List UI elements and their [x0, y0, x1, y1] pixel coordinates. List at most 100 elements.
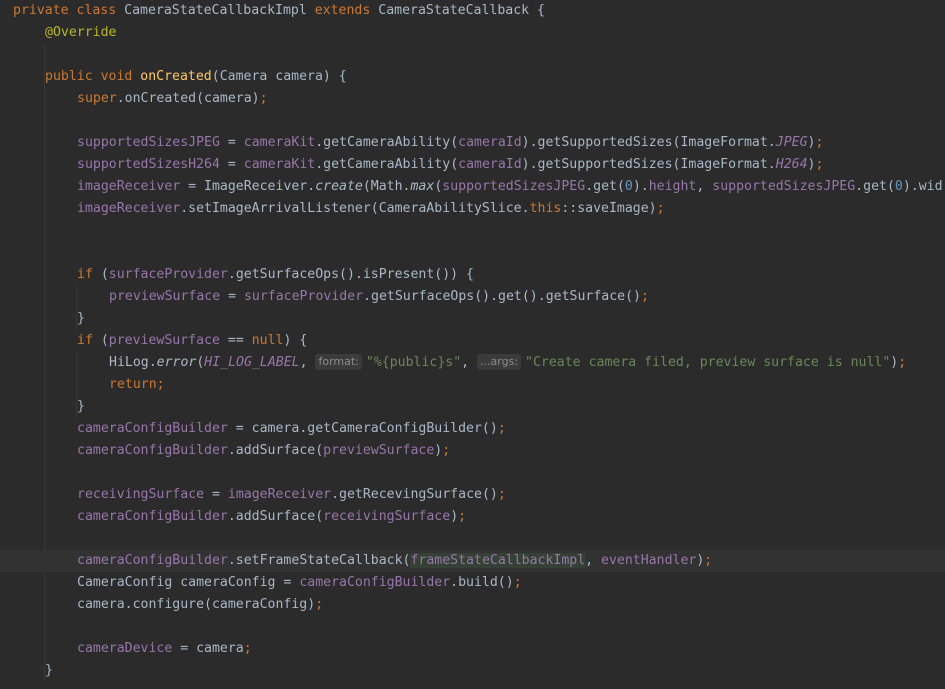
code-line[interactable]: private class CameraStateCallbackImpl ex… [0, 0, 945, 22]
code-text: ( [100, 333, 109, 348]
method-name-token: onCreated [140, 69, 212, 84]
code-line[interactable]: } [0, 396, 945, 418]
code-line[interactable]: @Override [0, 22, 945, 44]
code-text: camera.configure(cameraConfig) [77, 597, 316, 612]
code-text: ::saveImage) [561, 201, 657, 216]
code-line[interactable]: if (previewSurface == null) { [0, 330, 945, 352]
semicolon-token: ; [704, 553, 713, 568]
code-text: == [219, 333, 252, 348]
highlighted-field-token: frameStateCallbackImpl [410, 553, 586, 568]
code-line[interactable]: HiLog.error(HI_LOG_LABEL, format: "%{publ… [0, 352, 945, 374]
code-text: .getSurfaceOps().get().getSurface() [363, 289, 641, 304]
code-text: ) { [283, 333, 308, 348]
keyword-token: this [529, 201, 562, 216]
params-token: (Camera camera) { [211, 69, 347, 84]
keyword-token: private [13, 3, 77, 18]
code-text: .build() [450, 575, 514, 590]
class-name-token: CameraStateCallbackImpl [124, 3, 315, 18]
field-token: cameraKit [243, 135, 316, 150]
code-line[interactable]: camera.configure(cameraConfig); [0, 594, 945, 616]
code-line[interactable]: } [0, 308, 945, 330]
code-text: ).getSupportedSizes(ImageFormat. [521, 157, 776, 172]
semicolon-token: ; [442, 443, 451, 458]
code-text: ).wid [902, 179, 943, 194]
field-token: previewSurface [108, 333, 220, 348]
code-line[interactable]: public void onCreated(Camera camera) { [0, 66, 945, 88]
keyword-token: return [109, 377, 157, 392]
code-text: } [77, 399, 85, 414]
field-token: height [648, 179, 697, 194]
code-line[interactable]: } [0, 660, 945, 682]
keyword-token: if [77, 333, 101, 348]
code-text: .get( [585, 179, 625, 194]
field-token: cameraDevice [77, 641, 173, 656]
code-line[interactable]: previewSurface = surfaceProvider.getSurf… [0, 286, 945, 308]
field-token: receivingSurface [323, 509, 451, 524]
constant-token: H264 [775, 157, 808, 172]
code-text: .setImageArrivalListener(CameraAbilitySl… [180, 201, 530, 216]
code-line[interactable]: return; [0, 374, 945, 396]
field-token: cameraId [458, 157, 522, 172]
code-text: .getCameraAbility( [315, 157, 459, 172]
code-text: = camera.getCameraConfigBuilder() [227, 421, 498, 436]
code-line[interactable]: receivingSurface = imageReceiver.getRece… [0, 484, 945, 506]
code-line[interactable]: cameraConfigBuilder.addSurface(receiving… [0, 506, 945, 528]
code-text: ).getSupportedSizes(ImageFormat. [521, 135, 776, 150]
keyword-token: if [77, 267, 101, 282]
field-token: imageReceiver [77, 201, 181, 216]
static-method-token: max [410, 179, 435, 194]
code-editor[interactable]: private class CameraStateCallbackImpl ex… [0, 0, 945, 689]
field-token: cameraKit [243, 157, 316, 172]
field-token: surfaceProvider [243, 289, 364, 304]
code-text: } [77, 311, 85, 326]
semicolon-token: ; [513, 575, 522, 590]
code-line[interactable]: supportedSizesH264 = cameraKit.getCamera… [0, 154, 945, 176]
parameter-hint: format: [315, 354, 362, 370]
code-text: , [461, 355, 478, 370]
keyword-token: public [45, 69, 101, 84]
code-text: , [585, 553, 602, 568]
code-line[interactable]: cameraConfigBuilder.addSurface(previewSu… [0, 440, 945, 462]
code-line[interactable]: imageReceiver.setImageArrivalListener(Ca… [0, 198, 945, 220]
code-text: = [219, 135, 244, 150]
current-line[interactable]: cameraConfigBuilder.setFrameStateCallbac… [0, 550, 945, 572]
semicolon-token: ; [315, 597, 324, 612]
annotation-token: @Override [45, 25, 117, 40]
code-text: = camera [172, 641, 244, 656]
semicolon-token: ; [259, 91, 268, 106]
keyword-token: null [251, 333, 284, 348]
code-text: = [219, 157, 244, 172]
code-text: .addSurface( [227, 443, 324, 458]
parameter-hint: ...args: [477, 354, 522, 370]
field-token: eventHandler [601, 553, 697, 568]
field-token: receivingSurface [77, 487, 205, 502]
semicolon-token: ; [815, 135, 824, 150]
field-token: cameraConfigBuilder [299, 575, 451, 590]
keyword-token: void [100, 69, 141, 84]
code-line[interactable]: if (surfaceProvider.getSurfaceOps().isPr… [0, 264, 945, 286]
keyword-token: class [76, 3, 125, 18]
code-line[interactable]: cameraDevice = camera; [0, 638, 945, 660]
code-text: , [696, 179, 713, 194]
code-text: = [204, 487, 228, 502]
code-text: } [45, 663, 53, 678]
code-line[interactable]: CameraConfig cameraConfig = cameraConfig… [0, 572, 945, 594]
semicolon-token: ; [898, 355, 907, 370]
keyword-token: extends [314, 3, 379, 18]
code-line[interactable]: super.onCreated(camera); [0, 88, 945, 110]
field-token: cameraConfigBuilder [77, 509, 228, 524]
semicolon-token: ; [497, 487, 506, 502]
string-token: "%{public}s" [365, 355, 462, 370]
code-text: HiLog. [109, 355, 157, 370]
code-text: .getRecevingSurface() [331, 487, 498, 502]
code-text: .onCreated(camera) [116, 91, 260, 106]
field-token: imageReceiver [77, 179, 181, 194]
code-text: .addSurface( [227, 509, 324, 524]
field-token: supportedSizesJPEG [442, 179, 586, 194]
parent-class-token: CameraStateCallback { [378, 3, 545, 18]
code-line[interactable]: imageReceiver = ImageReceiver.create(Mat… [0, 176, 945, 198]
code-line[interactable]: supportedSizesJPEG = cameraKit.getCamera… [0, 132, 945, 154]
code-line[interactable]: cameraConfigBuilder = camera.getCameraCo… [0, 418, 945, 440]
code-text: = [220, 289, 244, 304]
constant-token: JPEG [775, 135, 808, 150]
